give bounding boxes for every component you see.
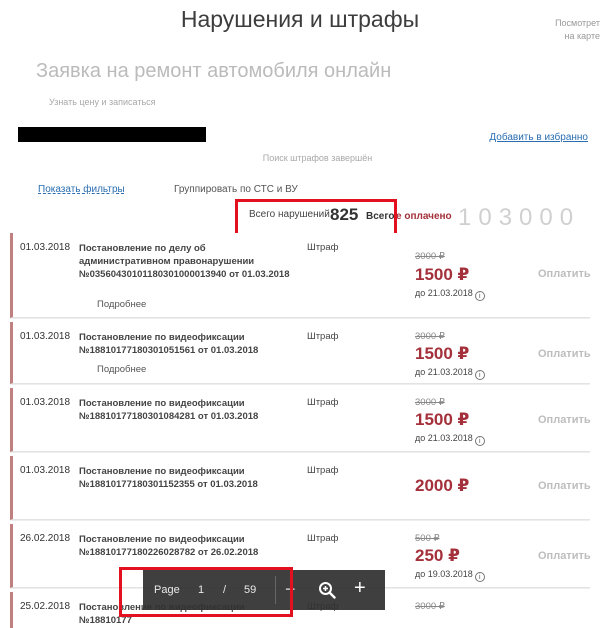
fine-description: Постановление по видеофиксации №18810177…: [79, 332, 259, 356]
add-to-favorites-link[interactable]: Добавить в избранно: [489, 132, 588, 143]
fine-due-text: до 21.03.2018: [415, 288, 473, 298]
fine-type: Штраф: [307, 331, 339, 342]
pay-button[interactable]: Оплатить: [538, 348, 591, 360]
fine-old-price: 3000 ₽: [415, 331, 445, 342]
fine-price: 1500 ₽: [415, 265, 470, 284]
current-page-input[interactable]: 1: [198, 584, 204, 596]
total-pages: 59: [244, 584, 257, 596]
fine-old-price: 3000 ₽: [415, 251, 445, 262]
pdf-page-toolbar: Page 1 / 59 − +: [143, 570, 385, 610]
fine-price: 1500 ₽: [415, 344, 470, 363]
repair-banner-subtitle[interactable]: Узнать цену и записаться: [49, 97, 156, 107]
pay-button[interactable]: Оплатить: [538, 268, 591, 280]
pay-button[interactable]: Оплатить: [538, 480, 591, 492]
info-icon[interactable]: i: [474, 291, 485, 301]
zoom-out-button[interactable]: −: [285, 579, 296, 600]
fine-due-text: до 19.03.2018: [415, 569, 473, 579]
fine-type: Штраф: [307, 242, 339, 253]
fine-row: 01.03.2018 Постановление по видеофиксаци…: [10, 456, 591, 520]
fine-type: Штраф: [307, 397, 339, 408]
info-icon[interactable]: i: [474, 572, 485, 582]
fine-date: 25.02.2018: [20, 601, 71, 612]
info-icon[interactable]: i: [474, 436, 485, 446]
pay-button[interactable]: Оплатить: [538, 414, 591, 426]
fine-due-date: до 19.03.2018 i: [415, 569, 485, 582]
unpaid-label: е оплачено: [396, 211, 452, 222]
show-filters-link[interactable]: Показать фильтры: [38, 184, 125, 195]
fines-list: 01.03.2018 Постановление по делу об адми…: [10, 233, 591, 628]
view-on-map-link[interactable]: Посмотрет на карте: [540, 17, 600, 43]
fine-date: 26.02.2018: [20, 533, 71, 544]
repair-banner-title[interactable]: Заявка на ремонт автомобиля онлайн: [36, 60, 391, 83]
fine-due-date: до 21.03.2018 i: [415, 433, 485, 446]
fine-due-date: до 21.03.2018 i: [415, 367, 485, 380]
search-status-text: Поиск штрафов завершён: [262, 153, 373, 163]
fine-due-text: до 21.03.2018: [415, 367, 473, 377]
fine-description: Постановление по делу об административно…: [79, 243, 290, 280]
fine-date: 01.03.2018: [20, 465, 71, 476]
fine-details-link[interactable]: Подробнее: [97, 299, 146, 310]
pay-button[interactable]: Оплатить: [538, 550, 591, 562]
fine-row: 01.03.2018 Постановление по видеофиксаци…: [10, 388, 591, 452]
fine-row: 01.03.2018 Постановление по видеофиксаци…: [10, 322, 591, 384]
fine-old-price: 3000 ₽: [415, 397, 445, 408]
zoom-magnifier-icon[interactable]: [318, 581, 336, 599]
fine-date: 01.03.2018: [20, 397, 71, 408]
page-separator: /: [223, 584, 227, 596]
fine-details-link[interactable]: Подробнее: [97, 364, 146, 375]
fine-row: 01.03.2018 Постановление по делу об адми…: [10, 233, 591, 318]
fine-type: Штраф: [307, 465, 339, 476]
fine-date: 01.03.2018: [20, 242, 71, 253]
toolbar-divider: [275, 576, 276, 604]
fine-description: Постановление по видеофиксации №18810177…: [79, 398, 259, 422]
fine-description: Постановление по видеофиксации №18810177…: [79, 466, 258, 490]
fine-due-text: до 21.03.2018: [415, 433, 473, 443]
map-link-line2: на карте: [564, 31, 600, 41]
fine-old-price: 3000 ₽: [415, 601, 445, 612]
page-label: Page: [154, 584, 180, 596]
fine-due-date: до 21.03.2018 i: [415, 288, 485, 301]
fine-old-price: 500 ₽: [415, 533, 440, 544]
fine-price: 1500 ₽: [415, 410, 470, 429]
group-by-toggle[interactable]: Группировать по СТС и ВУ: [174, 184, 298, 195]
redacted-block: [18, 127, 206, 142]
map-link-line1: Посмотрет: [555, 18, 600, 28]
fine-price: 2000 ₽: [415, 476, 470, 495]
fine-price: 250 ₽: [415, 546, 460, 565]
fine-type: Штраф: [307, 533, 339, 544]
unpaid-sum-digits: 103000: [458, 204, 581, 231]
page-title: Нарушения и штрафы: [180, 6, 420, 32]
zoom-in-button[interactable]: +: [354, 577, 366, 600]
fine-description: Постановление по видеофиксации №18810177…: [79, 534, 259, 558]
fine-date: 01.03.2018: [20, 331, 71, 342]
info-icon[interactable]: i: [474, 370, 485, 380]
